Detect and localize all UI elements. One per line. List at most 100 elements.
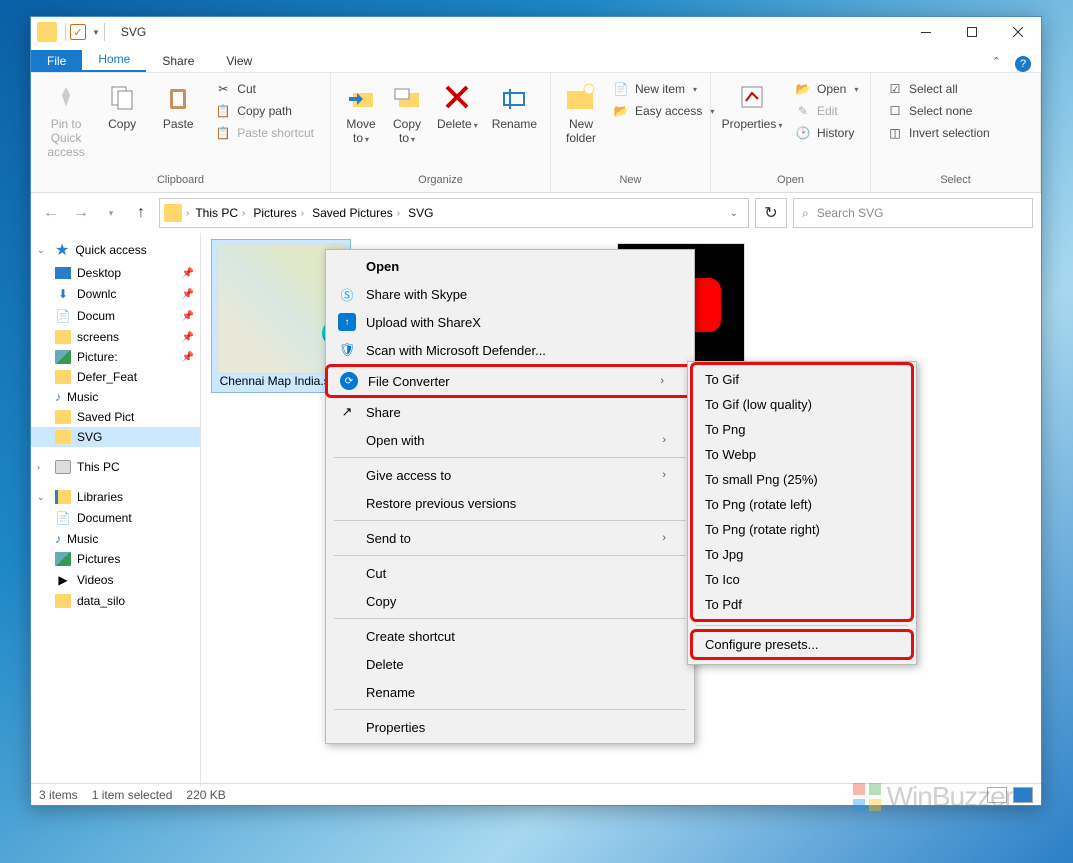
copyto-button[interactable]: Copy to▾ — [385, 77, 429, 149]
moveto-button[interactable]: Move to▾ — [339, 77, 383, 149]
nav-recent-dropdown[interactable]: ▾ — [99, 201, 123, 225]
paste-button[interactable]: Paste — [151, 77, 205, 135]
cm-defender[interactable]: 🛡Scan with Microsoft Defender... — [326, 336, 694, 364]
navigation-sidebar[interactable]: ⌄★Quick access Desktop📌 ⬇Downlc📌 📄Docum📌… — [31, 233, 201, 787]
cm-togif[interactable]: To Gif — [693, 367, 911, 392]
delete-button[interactable]: Delete▾ — [431, 77, 484, 135]
sidebar-item-lib-music[interactable]: ♪Music — [31, 529, 200, 549]
cm-toico[interactable]: To Ico — [693, 567, 911, 592]
edit-button[interactable]: ✎Edit — [791, 101, 862, 121]
sidebar-item-lib-pictures[interactable]: Pictures — [31, 549, 200, 569]
sharex-icon: ↑ — [338, 313, 356, 331]
tab-share[interactable]: Share — [146, 50, 210, 72]
sidebar-item-savedpict[interactable]: Saved Pict — [31, 407, 200, 427]
cm-giveaccess[interactable]: Give access to› — [326, 461, 694, 489]
sidebar-item-libraries[interactable]: ⌄Libraries — [31, 487, 200, 507]
cm-share[interactable]: ↗Share — [326, 398, 694, 426]
qat-dropdown-icon[interactable]: ▼ — [92, 28, 100, 37]
sidebar-item-svg[interactable]: SVG — [31, 427, 200, 447]
nav-forward-button[interactable]: → — [69, 201, 93, 225]
tab-home[interactable]: Home — [82, 48, 146, 72]
properties-button[interactable]: Properties▾ — [719, 77, 785, 135]
cut-button[interactable]: ✂Cut — [211, 79, 318, 99]
sidebar-item-thispc[interactable]: ›This PC — [31, 457, 200, 477]
cm-towebp[interactable]: To Webp — [693, 442, 911, 467]
cm-shortcut[interactable]: Create shortcut — [326, 622, 694, 650]
cm-openwith[interactable]: Open with› — [326, 426, 694, 454]
collapse-icon[interactable]: ⌄ — [37, 492, 49, 503]
group-label: Open — [719, 172, 862, 188]
sidebar-item-music[interactable]: ♪Music — [31, 387, 200, 407]
minimize-button[interactable] — [903, 17, 949, 47]
sidebar-item-pictures[interactable]: Picture:📌 — [31, 347, 200, 367]
cm-tojpg[interactable]: To Jpg — [693, 542, 911, 567]
cm-topng[interactable]: To Png — [693, 417, 911, 442]
cm-fileconverter[interactable]: ⟳File Converter› — [325, 364, 695, 398]
pin-quickaccess-button[interactable]: Pin to Quick access — [39, 77, 93, 163]
cm-topngrotright[interactable]: To Png (rotate right) — [693, 517, 911, 542]
cm-cut[interactable]: Cut — [326, 559, 694, 587]
collapse-icon[interactable]: ⌄ — [37, 245, 49, 256]
sidebar-item-lib-documents[interactable]: 📄Document — [31, 507, 200, 529]
search-icon: ⌕ — [802, 206, 809, 221]
icons-view-button[interactable] — [1013, 787, 1033, 803]
nav-back-button[interactable]: ← — [39, 201, 63, 225]
cm-togiflow[interactable]: To Gif (low quality) — [693, 392, 911, 417]
tab-view[interactable]: View — [210, 50, 268, 72]
maximize-button[interactable] — [949, 17, 995, 47]
easyaccess-button[interactable]: 📂Easy access▾ — [609, 101, 718, 121]
cm-rename[interactable]: Rename — [326, 678, 694, 706]
cm-restore[interactable]: Restore previous versions — [326, 489, 694, 517]
music-icon: ♪ — [55, 532, 61, 546]
cm-sharex[interactable]: ↑Upload with ShareX — [326, 308, 694, 336]
sidebar-item-quickaccess[interactable]: ⌄★Quick access — [31, 237, 200, 263]
collapse-ribbon-icon[interactable]: ⌃ — [982, 51, 1011, 72]
cm-open[interactable]: Open — [326, 252, 694, 280]
sidebar-item-desktop[interactable]: Desktop📌 — [31, 263, 200, 283]
copypath-button[interactable]: 📋Copy path — [211, 101, 318, 121]
breadcrumb-segment[interactable]: This PC› — [193, 206, 247, 220]
search-input[interactable]: ⌕ Search SVG — [793, 198, 1033, 228]
cm-topdf[interactable]: To Pdf — [693, 592, 911, 617]
help-icon[interactable]: ? — [1015, 56, 1031, 72]
cm-sendto[interactable]: Send to› — [326, 524, 694, 552]
sidebar-item-lib-videos[interactable]: ▶Videos — [31, 569, 200, 591]
dropdown-icon: ▾ — [411, 135, 415, 144]
sidebar-item-defer[interactable]: Defer_Feat — [31, 367, 200, 387]
breadcrumb-segment[interactable]: SVG — [406, 206, 435, 220]
invertselection-button[interactable]: ◫Invert selection — [883, 123, 994, 143]
downloads-icon: ⬇ — [55, 286, 71, 302]
chevron-right-icon[interactable]: › — [186, 208, 189, 219]
breadcrumb-segment[interactable]: Pictures› — [251, 206, 306, 220]
expand-icon[interactable]: › — [37, 462, 49, 472]
cm-configurepresets[interactable]: Configure presets... — [690, 629, 914, 660]
breadcrumb[interactable]: › This PC› Pictures› Saved Pictures› SVG… — [159, 198, 749, 228]
newitem-button[interactable]: 📄New item▾ — [609, 79, 718, 99]
history-button[interactable]: 🕑History — [791, 123, 862, 143]
nav-up-button[interactable]: ↑ — [129, 201, 153, 225]
open-button[interactable]: 📂Open▾ — [791, 79, 862, 99]
cm-tosmallpng[interactable]: To small Png (25%) — [693, 467, 911, 492]
rename-button[interactable]: Rename — [486, 77, 543, 135]
copy-button[interactable]: Copy — [95, 77, 149, 135]
refresh-button[interactable]: ↻ — [755, 198, 787, 228]
cm-copy[interactable]: Copy — [326, 587, 694, 615]
sidebar-item-documents[interactable]: 📄Docum📌 — [31, 305, 200, 327]
cm-properties[interactable]: Properties — [326, 713, 694, 741]
newfolder-button[interactable]: New folder — [559, 77, 603, 149]
sidebar-item-downloads[interactable]: ⬇Downlc📌 — [31, 283, 200, 305]
selectnone-button[interactable]: ☐Select none — [883, 101, 994, 121]
folder-sysicon[interactable] — [37, 22, 57, 42]
tab-file[interactable]: File — [31, 50, 82, 72]
breadcrumb-segment[interactable]: Saved Pictures› — [310, 206, 402, 220]
cm-topngrotleft[interactable]: To Png (rotate left) — [693, 492, 911, 517]
properties-qat-icon[interactable]: ✓ — [70, 24, 86, 40]
paste-shortcut-button[interactable]: 📋Paste shortcut — [211, 123, 318, 143]
selectall-button[interactable]: ☑Select all — [883, 79, 994, 99]
close-button[interactable] — [995, 17, 1041, 47]
sidebar-item-lib-data[interactable]: data_silo — [31, 591, 200, 611]
cm-skype[interactable]: ⓈShare with Skype — [326, 280, 694, 308]
cm-delete[interactable]: Delete — [326, 650, 694, 678]
breadcrumb-dropdown-icon[interactable]: ⌄ — [724, 208, 744, 219]
sidebar-item-screens[interactable]: screens📌 — [31, 327, 200, 347]
